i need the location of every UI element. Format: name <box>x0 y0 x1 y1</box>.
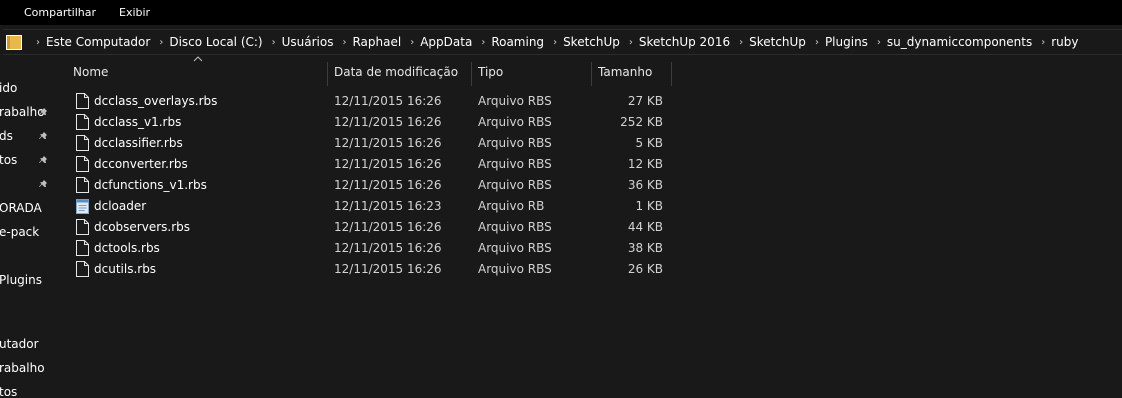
file-date: 12/11/2015 16:26 <box>334 178 442 192</box>
breadcrumb-item[interactable]: su_dynamiccomponents <box>887 35 1032 49</box>
chevron-right-icon[interactable]: › <box>1041 37 1045 48</box>
file-size: 26 KB <box>627 262 663 276</box>
breadcrumb-item[interactable]: SketchUp 2016 <box>639 35 730 49</box>
file-size: 38 KB <box>627 241 663 255</box>
file-date: 12/11/2015 16:26 <box>334 262 442 276</box>
file-icon <box>76 240 89 256</box>
breadcrumb-item[interactable]: Plugins <box>825 35 868 49</box>
menu-compartilhar[interactable]: Compartilhar <box>24 6 96 19</box>
file-row[interactable]: dcfunctions_v1.rbs 12/11/2015 16:26 Arqu… <box>0 175 1122 196</box>
nav-item[interactable]: utador <box>0 337 39 351</box>
file-name: dcloader <box>94 199 147 213</box>
file-size: 5 KB <box>635 136 663 150</box>
file-icon <box>76 219 89 235</box>
file-type: Arquivo RBS <box>478 136 552 150</box>
breadcrumb-item[interactable]: SketchUp <box>563 35 620 49</box>
file-name: dcclass_v1.rbs <box>94 115 182 129</box>
nav-item[interactable]: tos <box>0 385 17 398</box>
column-divider[interactable] <box>671 62 672 86</box>
file-row[interactable]: dcloader 12/11/2015 16:23 Arquivo RB 1 K… <box>0 196 1122 217</box>
file-size: 44 KB <box>627 220 663 234</box>
file-icon <box>76 114 89 130</box>
file-name: dcobservers.rbs <box>94 220 191 234</box>
file-icon <box>76 261 89 277</box>
file-icon <box>76 135 89 151</box>
file-type: Arquivo RBS <box>478 115 552 129</box>
breadcrumb-item[interactable]: Roaming <box>491 35 544 49</box>
file-date: 12/11/2015 16:26 <box>334 136 442 150</box>
breadcrumb-item[interactable]: SketchUp <box>749 35 806 49</box>
file-type: Arquivo RBS <box>478 262 552 276</box>
folder-icon <box>6 35 22 50</box>
file-type: Arquivo RBS <box>478 94 552 108</box>
file-date: 12/11/2015 16:26 <box>334 220 442 234</box>
file-name: dcutils.rbs <box>94 262 157 276</box>
column-header-name[interactable]: Nome <box>73 58 108 86</box>
file-date: 12/11/2015 16:26 <box>334 115 442 129</box>
file-row[interactable]: dcclassifier.rbs 12/11/2015 16:26 Arquiv… <box>0 133 1122 154</box>
chevron-right-icon[interactable]: › <box>342 37 346 48</box>
file-row[interactable]: dcclass_overlays.rbs 12/11/2015 16:26 Ar… <box>0 91 1122 112</box>
file-type: Arquivo RBS <box>478 157 552 171</box>
chevron-right-icon[interactable]: › <box>877 37 881 48</box>
file-row[interactable]: dcconverter.rbs 12/11/2015 16:26 Arquivo… <box>0 154 1122 175</box>
file-type: Arquivo RBS <box>478 220 552 234</box>
notepad-icon <box>76 199 89 214</box>
file-type: Arquivo RB <box>478 199 545 213</box>
file-size: 1 KB <box>635 199 663 213</box>
breadcrumb-item[interactable]: Usuários <box>282 35 334 49</box>
column-header-row: Nome Data de modificação Tipo Tamanho <box>0 58 1122 86</box>
file-size: 36 KB <box>627 178 663 192</box>
file-date: 12/11/2015 16:26 <box>334 157 442 171</box>
breadcrumb-item[interactable]: ruby <box>1051 35 1078 49</box>
file-name: dcfunctions_v1.rbs <box>94 178 207 192</box>
column-divider[interactable] <box>471 62 472 86</box>
file-name: dctools.rbs <box>94 241 160 255</box>
file-name: dcclassifier.rbs <box>94 136 183 150</box>
chevron-right-icon[interactable]: › <box>36 37 40 48</box>
chevron-right-icon[interactable]: › <box>159 37 163 48</box>
file-name: dcconverter.rbs <box>94 157 188 171</box>
breadcrumb-item[interactable]: AppData <box>420 35 472 49</box>
file-row[interactable]: dcobservers.rbs 12/11/2015 16:26 Arquivo… <box>0 217 1122 238</box>
column-header-size[interactable]: Tamanho <box>598 58 652 86</box>
chevron-right-icon[interactable]: › <box>553 37 557 48</box>
column-divider[interactable] <box>591 62 592 86</box>
nav-item[interactable]: rabalho <box>0 361 45 375</box>
file-size: 252 KB <box>620 115 663 129</box>
file-row[interactable]: dctools.rbs 12/11/2015 16:26 Arquivo RBS… <box>0 238 1122 259</box>
breadcrumb-item[interactable]: Disco Local (C:) <box>169 35 262 49</box>
file-date: 12/11/2015 16:26 <box>334 241 442 255</box>
chevron-right-icon[interactable]: › <box>410 37 414 48</box>
column-header-date[interactable]: Data de modificação <box>334 58 458 86</box>
file-size: 12 KB <box>627 157 663 171</box>
menu-exibir[interactable]: Exibir <box>119 6 150 19</box>
chevron-right-icon[interactable]: › <box>815 37 819 48</box>
ribbon-menu-bar: Compartilhar Exibir <box>0 0 1122 25</box>
chevron-right-icon[interactable]: › <box>481 37 485 48</box>
file-date: 12/11/2015 16:23 <box>334 199 442 213</box>
file-size: 27 KB <box>627 94 663 108</box>
breadcrumb-item[interactable]: Este Computador <box>46 35 150 49</box>
file-icon <box>76 93 89 109</box>
chevron-right-icon[interactable]: › <box>739 37 743 48</box>
chevron-right-icon[interactable]: › <box>272 37 276 48</box>
file-date: 12/11/2015 16:26 <box>334 94 442 108</box>
file-icon <box>76 156 89 172</box>
column-header-type[interactable]: Tipo <box>478 58 503 86</box>
breadcrumb-item[interactable]: Raphael <box>352 35 401 49</box>
file-row[interactable]: dcclass_v1.rbs 12/11/2015 16:26 Arquivo … <box>0 112 1122 133</box>
file-type: Arquivo RBS <box>478 178 552 192</box>
column-divider[interactable] <box>327 62 328 86</box>
breadcrumb: › Este Computador › Disco Local (C:) › U… <box>27 30 1078 54</box>
file-icon <box>76 177 89 193</box>
chevron-right-icon[interactable]: › <box>629 37 633 48</box>
file-type: Arquivo RBS <box>478 241 552 255</box>
address-bar[interactable]: › Este Computador › Disco Local (C:) › U… <box>3 29 1122 55</box>
file-row[interactable]: dcutils.rbs 12/11/2015 16:26 Arquivo RBS… <box>0 259 1122 280</box>
file-name: dcclass_overlays.rbs <box>94 94 218 108</box>
